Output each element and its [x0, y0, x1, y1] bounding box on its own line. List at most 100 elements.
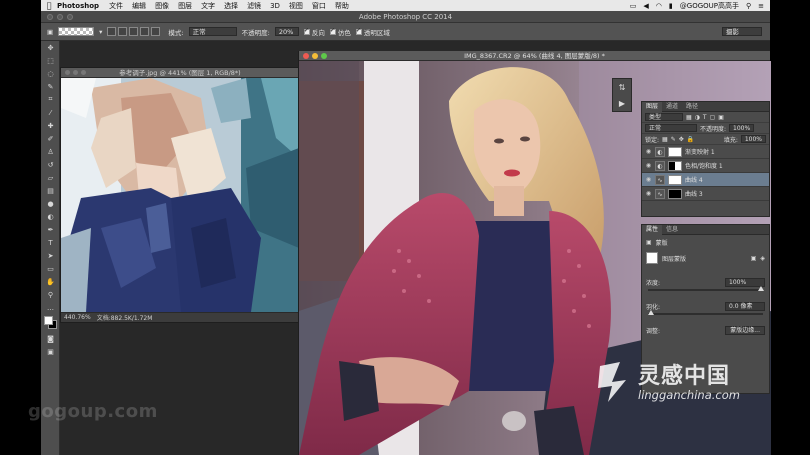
wifi-icon[interactable]: ◠ — [656, 2, 662, 10]
hand-tool-icon[interactable]: ✋ — [41, 275, 60, 288]
filter-adjust-icon[interactable]: ◑ — [695, 114, 700, 121]
blur-tool-icon[interactable]: ● — [41, 197, 60, 210]
gradient-tool-icon[interactable]: ▣ — [47, 28, 53, 36]
menu-edit[interactable]: 编辑 — [132, 1, 146, 11]
layer-row[interactable]: ◉ ◐ 色相/饱和度 1 — [642, 159, 769, 173]
apple-icon[interactable]:  — [41, 1, 57, 10]
reference-canvas[interactable] — [61, 78, 299, 312]
more-tools-icon[interactable]: … — [41, 301, 60, 314]
eye-icon[interactable]: ◉ — [645, 176, 652, 183]
list-icon[interactable]: ≡ — [758, 2, 764, 10]
zoom-readout[interactable]: 440.76% — [64, 314, 91, 321]
filter-smart-icon[interactable]: ▣ — [718, 114, 724, 121]
menu-select[interactable]: 选择 — [224, 1, 238, 11]
layer-row[interactable]: ◉ ∿ 曲线 3 — [642, 187, 769, 201]
layer-kind-select[interactable]: 类型 — [645, 113, 683, 121]
dither-checkbox[interactable] — [329, 27, 336, 35]
density-slider-knob[interactable] — [758, 286, 764, 291]
chevron-down-icon[interactable]: ▾ — [99, 28, 102, 36]
history-icon[interactable]: ⇅ — [619, 83, 626, 92]
layer-name[interactable]: 曲线 3 — [685, 189, 703, 198]
menu-image[interactable]: 图像 — [155, 1, 169, 11]
transparency-checkbox[interactable] — [355, 27, 362, 35]
opacity-field[interactable]: 20% — [274, 27, 299, 36]
workspace-select[interactable]: 摄影 — [722, 27, 762, 36]
airplay-icon[interactable]: ▭ — [630, 2, 637, 10]
reflected-gradient-button[interactable] — [140, 27, 150, 36]
feather-slider[interactable] — [648, 310, 763, 315]
type-tool-icon[interactable]: T — [41, 236, 60, 249]
menu-3d[interactable]: 3D — [270, 2, 280, 10]
doc1-zoom-button[interactable] — [81, 70, 86, 75]
move-tool-icon[interactable]: ✥ — [41, 41, 60, 54]
menu-filter[interactable]: 滤镜 — [247, 1, 261, 11]
gradient-picker[interactable] — [58, 27, 95, 36]
battery-icon[interactable]: ▮ — [669, 2, 673, 10]
tab-paths[interactable]: 路径 — [682, 102, 702, 112]
menu-window[interactable]: 窗口 — [312, 1, 326, 11]
reference-document-window[interactable]: 参考调子.jpg @ 441% (图层 1, RGB/8*) 440.76% 文… — [60, 67, 300, 323]
doc1-minimize-button[interactable] — [73, 70, 78, 75]
mode-select[interactable]: 正常 — [188, 27, 237, 36]
volume-icon[interactable]: ◀ — [643, 2, 648, 10]
stamp-tool-icon[interactable]: ♙ — [41, 145, 60, 158]
doc2-close-button[interactable] — [303, 53, 309, 59]
lock-move-icon[interactable]: ✥ — [679, 136, 684, 143]
tab-layers[interactable]: 图层 — [642, 101, 663, 112]
feather-slider-knob[interactable] — [648, 310, 654, 315]
eye-icon[interactable]: ◉ — [645, 148, 652, 155]
linear-gradient-button[interactable] — [107, 27, 117, 36]
marquee-tool-icon[interactable]: ⬚ — [41, 54, 60, 67]
eye-icon[interactable]: ◉ — [645, 190, 652, 197]
lock-all-icon[interactable]: 🔒 — [687, 136, 694, 143]
fill-field[interactable]: 100% — [740, 135, 766, 143]
filter-pixel-icon[interactable]: ▦ — [686, 114, 692, 121]
search-icon[interactable]: ⚲ — [746, 2, 751, 10]
vector-mask-icon[interactable]: ◈ — [760, 255, 765, 262]
healing-tool-icon[interactable]: ✚ — [41, 119, 60, 132]
menu-layer[interactable]: 图层 — [178, 1, 192, 11]
app-menu[interactable]: Photoshop — [57, 2, 99, 10]
layer-mask-thumbnail[interactable] — [668, 174, 682, 185]
filter-shape-icon[interactable]: ▢ — [710, 114, 716, 121]
reference-doc-titlebar[interactable]: 参考调子.jpg @ 441% (图层 1, RGB/8*) — [61, 68, 299, 78]
menu-view[interactable]: 视图 — [289, 1, 303, 11]
feather-field[interactable]: 0.0 像素 — [725, 301, 765, 311]
menu-file[interactable]: 文件 — [109, 1, 123, 11]
screen-mode-icon[interactable]: ▣ — [41, 345, 60, 358]
crop-tool-icon[interactable]: ⌗ — [41, 93, 60, 106]
layer-name[interactable]: 曲线 4 — [685, 175, 703, 184]
eye-icon[interactable]: ◉ — [645, 162, 652, 169]
tab-channels[interactable]: 通道 — [662, 102, 682, 112]
menu-help[interactable]: 帮助 — [335, 1, 349, 11]
doc2-minimize-button[interactable] — [312, 53, 318, 59]
brush-tool-icon[interactable]: ✐ — [41, 132, 60, 145]
tab-info[interactable]: 信息 — [662, 225, 682, 235]
dodge-tool-icon[interactable]: ◐ — [41, 210, 60, 223]
mask-edge-button[interactable]: 蒙版边缘... — [725, 325, 765, 335]
layer-opacity-field[interactable]: 100% — [729, 124, 755, 132]
angle-gradient-button[interactable] — [129, 27, 139, 36]
reverse-checkbox[interactable] — [303, 27, 310, 35]
doc2-zoom-button[interactable] — [321, 53, 327, 59]
main-doc-titlebar[interactable]: IMG_8367.CR2 @ 64% (曲线 4, 图层蒙版/8) * — [299, 51, 770, 61]
pen-tool-icon[interactable]: ✒ — [41, 223, 60, 236]
lock-pixels-icon[interactable]: ▦ — [662, 136, 668, 143]
gradient-tool-button-icon[interactable]: ▤ — [41, 184, 60, 197]
quick-select-tool-icon[interactable]: ✎ — [41, 80, 60, 93]
color-swatches[interactable] — [41, 314, 60, 332]
quick-mask-icon[interactable]: ◙ — [41, 332, 60, 345]
layer-name[interactable]: 渐变映射 1 — [685, 147, 715, 156]
history-brush-icon[interactable]: ↺ — [41, 158, 60, 171]
diamond-gradient-button[interactable] — [151, 27, 161, 36]
pixel-mask-icon[interactable]: ▣ — [751, 255, 757, 262]
radial-gradient-button[interactable] — [118, 27, 128, 36]
eyedropper-tool-icon[interactable]: ⁄ — [41, 106, 60, 119]
layer-row-selected[interactable]: ◉ ∿ 曲线 4 — [642, 173, 769, 187]
layer-row[interactable]: ◉ ◐ 渐变映射 1 — [642, 145, 769, 159]
layer-name[interactable]: 色相/饱和度 1 — [685, 161, 723, 170]
eraser-tool-icon[interactable]: ▱ — [41, 171, 60, 184]
layer-mask-thumbnail[interactable] — [668, 188, 682, 199]
foreground-color[interactable] — [44, 316, 53, 325]
layer-mask-thumbnail[interactable] — [668, 160, 682, 171]
